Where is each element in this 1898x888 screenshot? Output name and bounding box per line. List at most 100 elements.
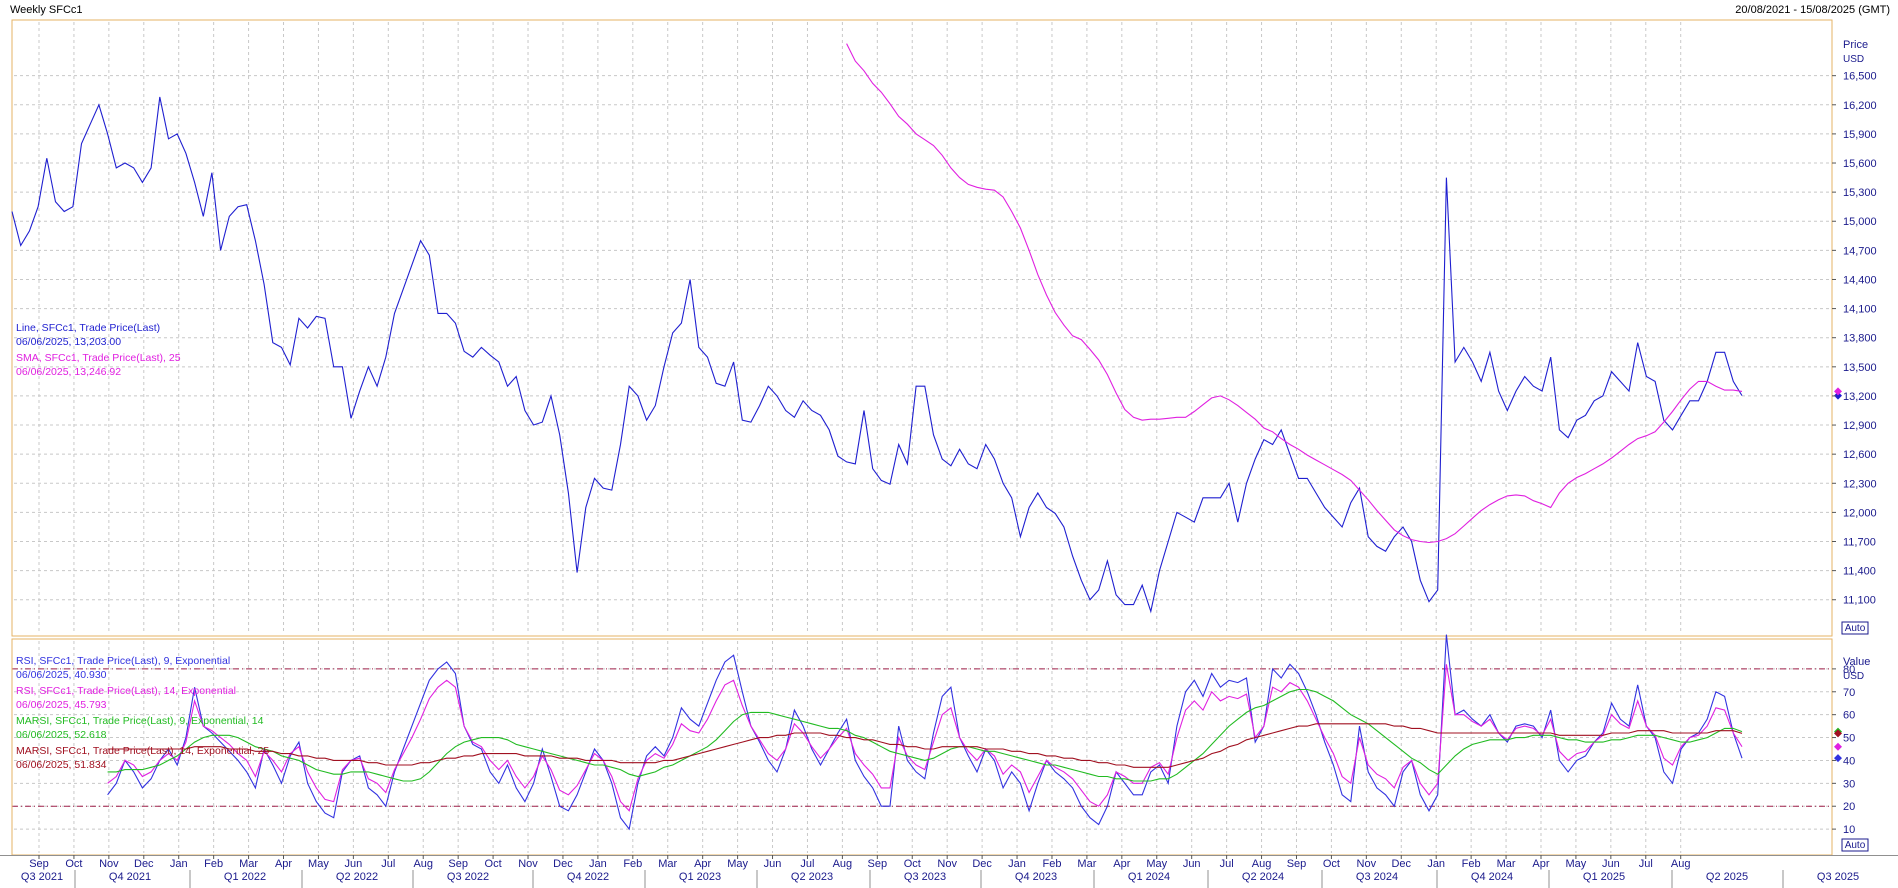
x-month-label: Sep [1287, 858, 1307, 870]
x-month-label: Sep [448, 858, 468, 870]
x-month-label: Apr [1532, 858, 1549, 870]
indicator-auto-label[interactable]: Auto [1845, 840, 1866, 851]
y-tick-label: 12,600 [1843, 449, 1877, 461]
x-quarter-label: Q3 2021 [21, 871, 63, 883]
x-quarter-label: Q3 2025 [1817, 871, 1859, 883]
y-tick-label: 15,300 [1843, 187, 1877, 199]
y-tick-label: 13,800 [1843, 333, 1877, 345]
last-value-marker [1834, 387, 1842, 396]
chart-canvas[interactable]: 11,100 11,400 11,700 12,000 12,300 12,600 12,9… [0, 0, 1898, 888]
y-tick-label: 12,300 [1843, 478, 1877, 490]
x-month-label: Jun [344, 858, 362, 870]
x-month-label: Feb [1462, 858, 1481, 870]
x-quarter-label: Q3 2024 [1356, 871, 1398, 883]
x-quarter-label: Q2 2022 [336, 871, 378, 883]
legend-value: 06/06/2025, 52.618 [16, 729, 107, 741]
x-month-label: Jul [1220, 858, 1234, 870]
last-value-marker [1834, 754, 1842, 763]
x-axis-labels: Sep Oct Nov Dec Jan Feb Mar Apr May Jun Jul Aug Sep O… [21, 855, 1859, 888]
y-tick-label: 14,100 [1843, 304, 1877, 316]
x-month-label: Jul [1639, 858, 1653, 870]
x-month-label: Apr [275, 858, 292, 870]
x-month-label: May [727, 858, 748, 870]
legend-value: 06/06/2025, 45.793 [16, 699, 107, 711]
x-month-label: Dec [972, 858, 992, 870]
y-tick-label: 40 [1843, 755, 1855, 767]
price-auto-label[interactable]: Auto [1845, 623, 1866, 634]
legend-label: RSI, SFCc1, Trade Price(Last), 9, Expone… [16, 655, 230, 667]
legend-label: MARSI, SFCc1, Trade Price(Last), 9, Expo… [16, 715, 264, 727]
x-quarter-label: Q4 2021 [109, 871, 151, 883]
y-tick-label: 14,400 [1843, 274, 1877, 286]
legend-value: 06/06/2025, 51.834 [16, 759, 107, 771]
x-quarter-label: Q1 2025 [1583, 871, 1625, 883]
legends: Line, SFCc1, Trade Price(Last) 06/06/2025… [16, 322, 269, 771]
x-quarter-label: Q2 2025 [1706, 871, 1748, 883]
y-axis-unit: USD [1843, 671, 1864, 682]
x-quarter-label: Q4 2022 [567, 871, 609, 883]
series-line-marsi9 [107, 688, 1743, 782]
legend-label: Line, SFCc1, Trade Price(Last) [16, 322, 160, 334]
legend-value: 06/06/2025, 13,203.00 [16, 336, 121, 348]
x-quarter-label: Q4 2023 [1015, 871, 1057, 883]
y-tick-label: 50 [1843, 733, 1855, 745]
x-month-label: Oct [1323, 858, 1340, 870]
x-month-label: Oct [904, 858, 921, 870]
last-value-marker [1834, 742, 1842, 751]
x-month-label: Jul [381, 858, 395, 870]
y-tick-label: 13,500 [1843, 362, 1877, 374]
price-auto-button[interactable]: Auto [1841, 621, 1869, 635]
x-month-label: Jan [170, 858, 188, 870]
y-tick-label: 13,200 [1843, 391, 1877, 403]
indicator-panel-frame [11, 638, 1833, 856]
x-month-label: May [1146, 858, 1167, 870]
y-tick-label: 11,700 [1843, 537, 1876, 549]
x-month-label: Aug [1671, 858, 1691, 870]
y-axis-title: Value [1843, 656, 1870, 668]
y-axis-unit: USD [1843, 54, 1864, 65]
y-axis-labels: 11,100 11,400 11,700 12,000 12,300 12,600 12,9… [1832, 39, 1877, 836]
y-tick-label: 15,600 [1843, 158, 1877, 170]
y-tick-label: 11,100 [1843, 595, 1876, 607]
legend-label: SMA, SFCc1, Trade Price(Last), 25 [16, 352, 181, 364]
x-month-label: Aug [833, 858, 853, 870]
y-tick-label: 60 [1843, 710, 1855, 722]
x-month-label: May [308, 858, 329, 870]
x-month-label: Jun [1602, 858, 1620, 870]
y-tick-label: 10 [1843, 824, 1855, 836]
x-month-label: Feb [1042, 858, 1061, 870]
x-month-label: Nov [1357, 858, 1377, 870]
x-month-label: Mar [1077, 858, 1096, 870]
x-quarter-label: Q2 2024 [1242, 871, 1284, 883]
x-month-label: Dec [1391, 858, 1411, 870]
x-month-label: Feb [204, 858, 223, 870]
y-tick-label: 16,200 [1843, 100, 1877, 112]
legend-value: 06/06/2025, 13,246.92 [16, 366, 121, 378]
x-quarter-label: Q1 2022 [224, 871, 266, 883]
price-panel-frame [11, 19, 1833, 637]
x-month-label: Mar [1497, 858, 1516, 870]
series-line-rsi9 [107, 634, 1743, 831]
y-axis-title: Price [1843, 39, 1868, 51]
x-month-label: Dec [553, 858, 573, 870]
x-quarter-label: Q1 2023 [679, 871, 721, 883]
x-month-label: Feb [623, 858, 642, 870]
x-month-label: Sep [29, 858, 49, 870]
x-month-label: Jan [1008, 858, 1026, 870]
x-quarter-label: Q2 2023 [791, 871, 833, 883]
y-tick-label: 11,400 [1843, 566, 1876, 578]
legend-label: MARSI, SFCc1, Trade Price(Last), 14, Exp… [16, 745, 269, 757]
x-quarter-label: Q1 2024 [1128, 871, 1170, 883]
x-month-label: Apr [1113, 858, 1130, 870]
legend-value: 06/06/2025, 40.930 [16, 669, 107, 681]
x-month-label: May [1566, 858, 1587, 870]
x-month-label: Mar [658, 858, 677, 870]
y-tick-label: 15,900 [1843, 129, 1877, 141]
x-quarter-label: Q3 2022 [447, 871, 489, 883]
x-month-label: Oct [485, 858, 502, 870]
x-month-label: Jan [589, 858, 607, 870]
indicator-auto-button[interactable]: Auto [1841, 838, 1869, 852]
x-quarter-label: Q3 2023 [904, 871, 946, 883]
y-tick-label: 12,000 [1843, 507, 1877, 519]
x-month-label: Jul [800, 858, 814, 870]
